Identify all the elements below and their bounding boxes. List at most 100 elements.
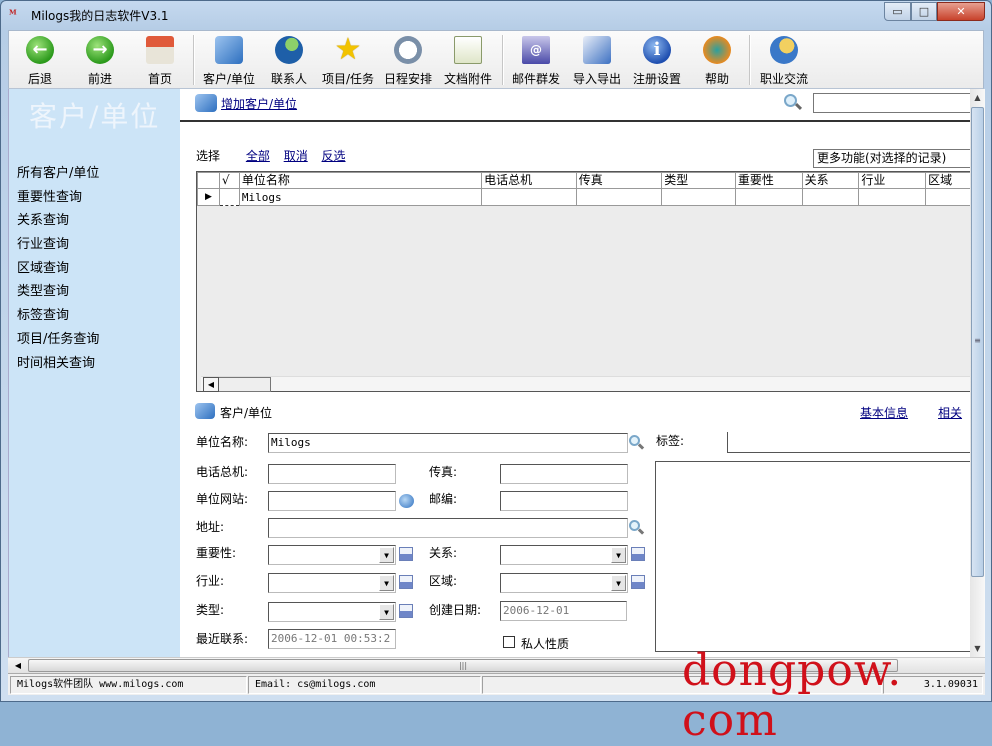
cell-name[interactable]: Milogs	[238, 188, 483, 206]
column-header-importance[interactable]: 重要性	[734, 172, 803, 189]
edit-list-icon[interactable]	[399, 575, 413, 589]
sidebar-item-time-query[interactable]: 时间相关查询	[17, 355, 99, 379]
toolbar-schedule-button[interactable]: 日程安排	[381, 33, 435, 87]
toolbar-home-button[interactable]: 首页	[137, 33, 183, 87]
last-contact-field[interactable]: 2006-12-01 00:53:2	[268, 629, 396, 649]
cell-region[interactable]	[925, 188, 970, 206]
check-column-header[interactable]: √	[218, 172, 240, 189]
select-all-link[interactable]: 全部	[246, 149, 270, 163]
info-icon: i	[643, 36, 671, 64]
toolbar-documents-button[interactable]: 文档附件	[441, 33, 495, 87]
sidebar-item-importance-query[interactable]: 重要性查询	[17, 189, 99, 213]
toolbar-project-button[interactable]: ★ 项目/任务	[318, 33, 378, 87]
chevron-down-icon[interactable]: ▼	[379, 547, 394, 563]
tab-related[interactable]: 相关	[938, 404, 962, 421]
vertical-scroll-thumb[interactable]: ≡	[971, 107, 984, 577]
select-none-link[interactable]: 取消	[284, 149, 308, 163]
toolbar-customer-button[interactable]: 客户/单位	[199, 33, 259, 87]
scroll-down-arrow-icon[interactable]: ▼	[970, 640, 985, 657]
home-icon	[146, 36, 174, 64]
sidebar-item-all-customers[interactable]: 所有客户/单位	[17, 165, 99, 189]
cell-industry[interactable]	[858, 188, 927, 206]
sidebar-item-industry-query[interactable]: 行业查询	[17, 236, 99, 260]
cell-fax[interactable]	[575, 188, 663, 206]
industry-select[interactable]: ▼	[268, 573, 396, 593]
chevron-down-icon[interactable]: ▼	[379, 575, 394, 591]
tags-field[interactable]	[727, 432, 970, 453]
scroll-left-arrow-icon[interactable]: ◀	[10, 658, 26, 673]
importance-select[interactable]: ▼	[268, 545, 396, 565]
search-input[interactable]	[813, 93, 970, 113]
status-version: 3.1.09031	[883, 676, 983, 694]
relation-select[interactable]: ▼	[500, 545, 628, 565]
search-icon[interactable]	[629, 435, 645, 451]
column-header-name[interactable]: 单位名称	[238, 172, 483, 189]
close-button[interactable]: ✕	[937, 2, 985, 21]
scroll-left-arrow-icon[interactable]: ◀	[203, 377, 219, 392]
cell-importance[interactable]	[734, 188, 803, 206]
created-date-field[interactable]: 2006-12-01	[500, 601, 627, 621]
toolbar-back-button[interactable]: ← 后退	[17, 33, 63, 87]
toolbar-career-button[interactable]: 职业交流	[757, 33, 811, 87]
add-customer-link[interactable]: 增加客户/单位	[221, 95, 297, 112]
column-header-fax[interactable]: 传真	[575, 172, 663, 189]
edit-list-icon[interactable]	[399, 604, 413, 618]
column-header-phone[interactable]: 电话总机	[481, 172, 577, 189]
minimize-button[interactable]: ▭	[884, 2, 911, 21]
private-checkbox[interactable]	[503, 636, 515, 648]
type-select[interactable]: ▼	[268, 602, 396, 622]
website-field[interactable]	[268, 491, 396, 511]
chevron-down-icon[interactable]: ▼	[611, 547, 626, 563]
sidebar-item-region-query[interactable]: 区域查询	[17, 260, 99, 284]
cell-relation[interactable]	[801, 188, 860, 206]
toolbar-mail-button[interactable]: @ 邮件群发	[509, 33, 563, 87]
grid-horizontal-scrollbar[interactable]: ◀	[201, 376, 970, 392]
toolbar-forward-button[interactable]: → 前进	[77, 33, 123, 87]
tab-basic-info[interactable]: 基本信息	[860, 404, 908, 421]
grid-scroll-thumb[interactable]	[219, 377, 271, 392]
sidebar-item-relation-query[interactable]: 关系查询	[17, 212, 99, 236]
sidebar-item-tag-query[interactable]: 标签查询	[17, 307, 99, 331]
table-row[interactable]: ▶ Milogs	[197, 188, 970, 206]
edit-list-icon[interactable]	[631, 575, 645, 589]
open-website-icon[interactable]	[399, 494, 414, 508]
scroll-up-arrow-icon[interactable]: ▲	[970, 89, 985, 106]
type-label: 类型:	[196, 603, 225, 617]
chevron-down-icon[interactable]: ▼	[611, 575, 626, 591]
column-header-type[interactable]: 类型	[661, 172, 736, 189]
cell-phone[interactable]	[481, 188, 577, 206]
chevron-down-icon[interactable]: ▼	[379, 604, 394, 620]
private-label[interactable]: 私人性质	[521, 635, 569, 652]
status-team-info: Milogs软件团队 www.milogs.com	[10, 676, 247, 694]
column-header-region[interactable]: 区域	[925, 172, 970, 189]
edit-list-icon[interactable]	[399, 547, 413, 561]
toolbar-help-button[interactable]: 帮助	[694, 33, 740, 87]
main-vertical-scrollbar[interactable]: ▲ ≡ ▼	[970, 89, 985, 657]
phone-field[interactable]	[268, 464, 396, 484]
sidebar-item-type-query[interactable]: 类型查询	[17, 283, 99, 307]
more-functions-dropdown[interactable]: 更多功能(对选择的记录)	[813, 149, 970, 168]
search-icon[interactable]	[783, 93, 803, 113]
toolbar-register-button[interactable]: i 注册设置	[630, 33, 684, 87]
toolbar-contact-button[interactable]: 联系人	[266, 33, 312, 87]
region-select[interactable]: ▼	[500, 573, 628, 593]
toolbar-separator	[749, 35, 751, 85]
window-horizontal-scrollbar[interactable]: ◀ |||	[8, 657, 985, 673]
name-field[interactable]: Milogs	[268, 433, 628, 453]
address-field[interactable]	[268, 518, 628, 538]
row-checkbox[interactable]	[218, 188, 240, 206]
horizontal-scroll-thumb[interactable]: |||	[28, 659, 898, 672]
search-icon[interactable]	[629, 520, 645, 536]
column-header-relation[interactable]: 关系	[801, 172, 860, 189]
import-export-icon	[583, 36, 611, 64]
maximize-button[interactable]: □	[911, 2, 937, 21]
edit-list-icon[interactable]	[631, 547, 645, 561]
toolbar-import-export-button[interactable]: 导入导出	[570, 33, 624, 87]
zipcode-field[interactable]	[500, 491, 628, 511]
sidebar-item-project-query[interactable]: 项目/任务查询	[17, 331, 99, 355]
notes-textarea[interactable]	[655, 461, 970, 652]
cell-type[interactable]	[661, 188, 736, 206]
select-invert-link[interactable]: 反选	[322, 149, 346, 163]
fax-field[interactable]	[500, 464, 628, 484]
column-header-industry[interactable]: 行业	[858, 172, 927, 189]
